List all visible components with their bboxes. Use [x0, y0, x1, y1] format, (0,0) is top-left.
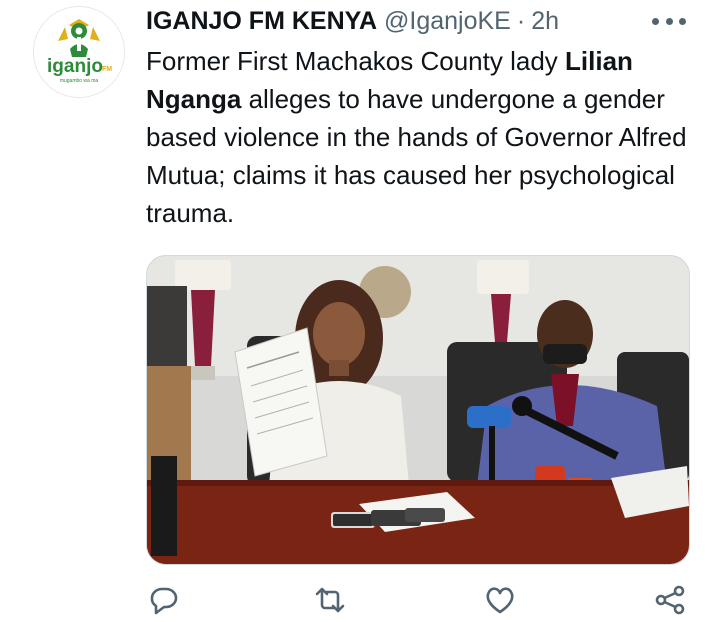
iganjo-logo: iganjo FM mugambo wa ma — [34, 7, 124, 97]
account-avatar[interactable]: iganjo FM mugambo wa ma — [33, 6, 125, 98]
more-options-button[interactable] — [652, 14, 686, 28]
separator-dot: · — [516, 7, 526, 35]
retweet-button[interactable] — [312, 582, 348, 618]
tweet-actions — [146, 582, 691, 622]
share-icon — [655, 585, 685, 615]
tweet-header: IGANJO FM KENYA @IganjoKE · 2h — [146, 4, 559, 38]
tweet-text: Former First Machakos County lady Lilian… — [146, 42, 691, 232]
logo-wordmark: iganjo — [47, 56, 103, 77]
user-handle[interactable]: @IganjoKE — [384, 7, 511, 35]
tweet-text-part1: Former First Machakos County lady — [146, 46, 566, 76]
more-horizontal-icon — [679, 17, 686, 25]
timestamp[interactable]: 2h — [531, 7, 559, 35]
share-button[interactable] — [652, 582, 688, 618]
tweet[interactable]: iganjo FM mugambo wa ma IGANJO FM KENYA … — [0, 0, 718, 615]
like-icon — [486, 587, 514, 614]
tweet-photo[interactable] — [146, 255, 690, 565]
reply-button[interactable] — [146, 582, 182, 618]
more-horizontal-icon — [652, 17, 659, 25]
like-button[interactable] — [482, 582, 518, 618]
display-name[interactable]: IGANJO FM KENYA — [146, 7, 377, 35]
retweet-icon — [315, 587, 345, 613]
reply-icon — [150, 587, 178, 615]
press-conference-photo — [147, 256, 689, 564]
logo-fm: FM — [102, 66, 112, 73]
logo-tagline: mugambo wa ma — [60, 78, 99, 84]
more-horizontal-icon — [665, 17, 673, 25]
